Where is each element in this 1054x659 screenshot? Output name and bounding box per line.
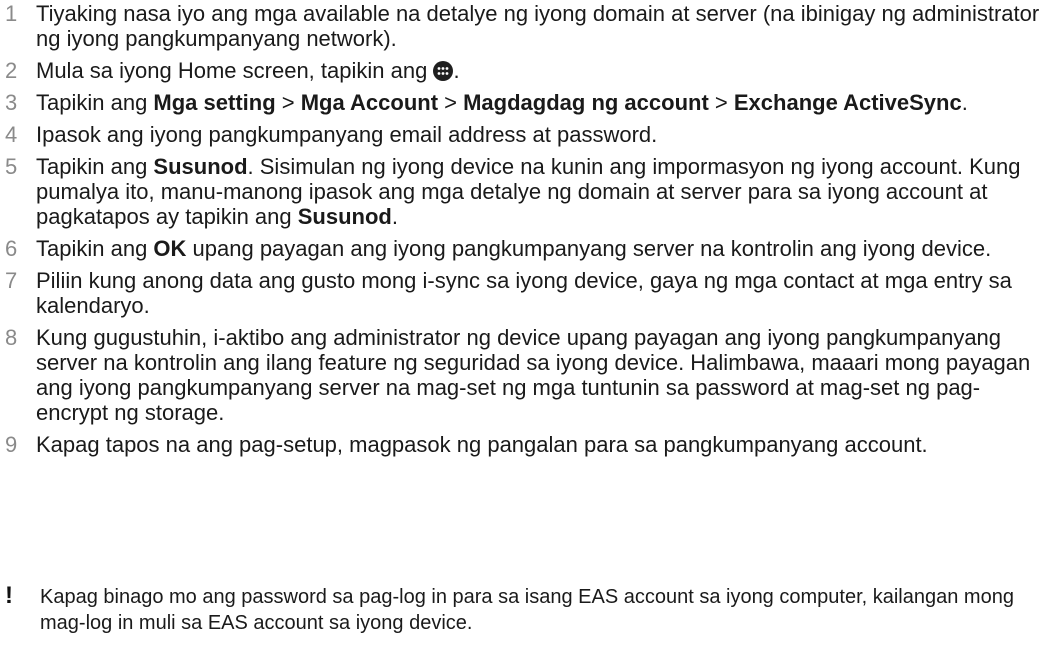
step-number: 3	[5, 90, 18, 115]
note-text: Kapag binago mo ang password sa pag-log …	[40, 586, 1014, 634]
step-text-segment: Tiyaking nasa iyo ang mga available na d…	[36, 1, 1040, 51]
step-text-segment: >	[438, 90, 464, 115]
ui-term: Mga Account	[300, 90, 439, 115]
step-item: 6 Tapikin ang OK upang payagan ang iyong …	[0, 236, 1050, 261]
step-text: Mula sa iyong Home screen, tapikin ang .	[36, 58, 1050, 83]
step-number: 4	[5, 122, 18, 147]
step-number: 1	[5, 1, 18, 26]
step-text-segment: >	[275, 90, 301, 115]
ui-term: Magdagdag ng account	[463, 90, 709, 115]
step-text-segment: upang payagan ang iyong pangkumpanyang s…	[186, 236, 992, 261]
step-item: 5 Tapikin ang Susunod. Sisimulan ng iyong…	[0, 154, 1050, 229]
step-text: Tapikin ang Mga setting > Mga Account > …	[36, 90, 1050, 115]
step-number: 6	[5, 236, 18, 261]
step-text-segment: Ipasok ang iyong pangkumpanyang email ad…	[36, 122, 658, 147]
step-text-segment: Tapikin ang	[36, 90, 154, 115]
step-text-segment: Kapag tapos na ang pag-setup, magpasok n…	[36, 432, 928, 457]
step-item: 8 Kung gugustuhin, i-aktibo ang administr…	[0, 325, 1050, 425]
ui-term: Susunod	[153, 154, 248, 179]
step-text: Ipasok ang iyong pangkumpanyang email ad…	[36, 122, 1050, 147]
step-text-segment: .	[453, 58, 460, 83]
step-text-segment: Kung gugustuhin, i-aktibo ang administra…	[36, 325, 1031, 425]
step-number: 7	[5, 268, 18, 293]
step-text-segment: >	[708, 90, 734, 115]
step-text-segment: .	[961, 90, 968, 115]
step-text: Tiyaking nasa iyo ang mga available na d…	[36, 1, 1050, 51]
ui-term: Mga setting	[153, 90, 276, 115]
step-item: 1 Tiyaking nasa iyo ang mga available na …	[0, 1, 1050, 51]
step-text: Piliin kung anong data ang gusto mong i-…	[36, 268, 1050, 318]
step-text-segment: Piliin kung anong data ang gusto mong i-…	[36, 268, 1012, 318]
apps-icon	[433, 61, 454, 81]
step-text-segment: Tapikin ang	[36, 236, 154, 261]
step-item: 7 Piliin kung anong data ang gusto mong i…	[0, 268, 1050, 318]
step-text-segment: Tapikin ang	[36, 154, 154, 179]
note: ! Kapag binago mo ang password sa pag-lo…	[0, 584, 1050, 636]
step-text-segment: .	[391, 204, 398, 229]
step-item: 3 Tapikin ang Mga setting > Mga Account >…	[0, 90, 1050, 115]
step-item: 2 Mula sa iyong Home screen, tapikin ang …	[0, 58, 1050, 83]
step-text: Kung gugustuhin, i-aktibo ang administra…	[36, 325, 1050, 425]
step-item: 9 Kapag tapos na ang pag-setup, magpasok …	[0, 432, 1050, 457]
ui-term: Susunod	[297, 204, 392, 229]
step-number: 5	[5, 154, 18, 179]
exclamation-icon: !	[5, 582, 13, 609]
step-item: 4 Ipasok ang iyong pangkumpanyang email a…	[0, 122, 1050, 147]
step-text: Kapag tapos na ang pag-setup, magpasok n…	[36, 432, 1050, 457]
step-number: 9	[5, 432, 18, 457]
step-text: Tapikin ang OK upang payagan ang iyong p…	[36, 236, 1050, 261]
step-number: 2	[5, 58, 18, 83]
step-text-segment: Mula sa iyong Home screen, tapikin ang	[36, 58, 434, 83]
ui-term: OK	[153, 236, 187, 261]
ui-term: Exchange ActiveSync	[733, 90, 962, 115]
steps-list: 1 Tiyaking nasa iyo ang mga available na …	[0, 1, 1050, 464]
step-text: Tapikin ang Susunod. Sisimulan ng iyong …	[36, 154, 1050, 229]
step-number: 8	[5, 325, 18, 350]
